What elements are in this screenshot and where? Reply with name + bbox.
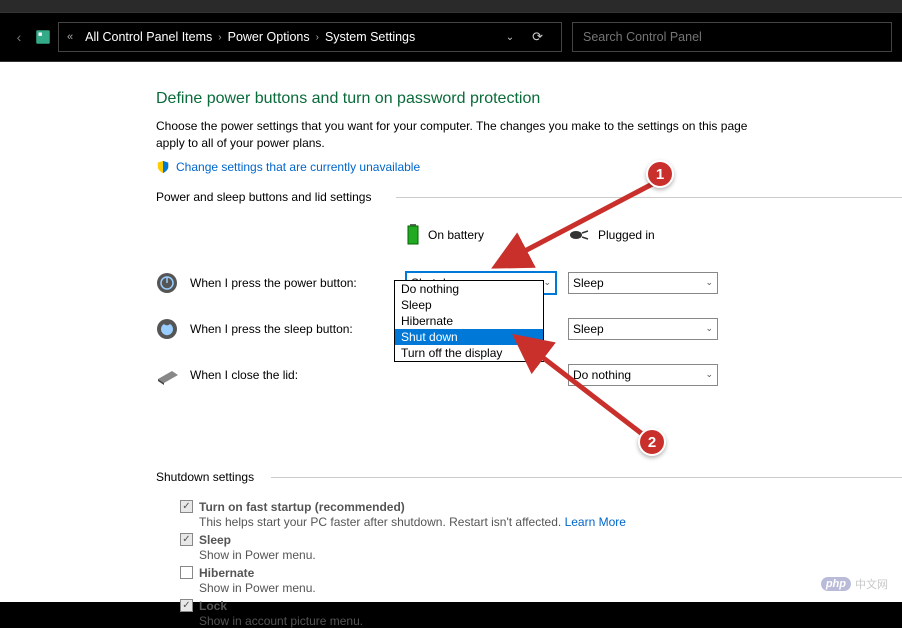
breadcrumb-item[interactable]: All Control Panel Items — [85, 30, 212, 44]
sleep-button-icon — [156, 318, 178, 340]
battery-icon — [406, 224, 420, 246]
row-close-lid: When I close the lid: — [154, 352, 394, 398]
annotation-callout-2: 2 — [638, 428, 666, 456]
checkbox-label: Turn on fast startup (recommended) — [199, 500, 405, 514]
dropdown-option[interactable]: Hibernate — [395, 313, 543, 329]
checkbox-label: Hibernate — [199, 566, 254, 580]
window-titlebar — [0, 0, 902, 12]
breadcrumb-item[interactable]: Power Options — [228, 30, 310, 44]
column-plugged-in: Plugged in — [568, 224, 718, 256]
checkbox-hibernate[interactable] — [180, 566, 193, 579]
column-on-battery: On battery — [406, 220, 556, 260]
laptop-lid-icon — [154, 365, 180, 385]
checkbox-label: Sleep — [199, 533, 231, 547]
watermark: php 中文网 — [821, 576, 888, 592]
select-power-plugged[interactable]: Sleep⌄ — [568, 272, 718, 294]
chevron-right-icon: › — [218, 32, 221, 43]
address-bar: ‹ « All Control Panel Items › Power Opti… — [0, 12, 902, 62]
change-settings-link[interactable]: Change settings that are currently unava… — [176, 160, 420, 174]
checkbox-lock[interactable]: ✓ — [180, 599, 193, 612]
dropdown-option[interactable]: Turn off the display — [395, 345, 543, 361]
row-power-button: When I press the power button: — [154, 260, 394, 306]
control-panel-icon — [34, 28, 52, 46]
dropdown-option-selected[interactable]: Shut down — [395, 329, 543, 345]
power-button-icon — [156, 272, 178, 294]
dropdown-chevron-icon[interactable]: ⌄ — [506, 32, 514, 43]
plug-icon — [568, 228, 590, 242]
checkbox-fast-startup[interactable]: ✓ — [180, 500, 193, 513]
checkbox-description: Show in Power menu. — [199, 548, 902, 562]
search-input[interactable] — [583, 30, 881, 44]
select-sleep-plugged[interactable]: Sleep⌄ — [568, 318, 718, 340]
change-settings-link-row: Change settings that are currently unava… — [156, 160, 902, 174]
chevron-down-icon: ⌄ — [705, 323, 713, 334]
dropdown-option[interactable]: Do nothing — [395, 281, 543, 297]
row-sleep-button: When I press the sleep button: — [154, 306, 394, 352]
refresh-icon[interactable]: ⟳ — [532, 29, 543, 45]
chevron-down-icon: ⌄ — [705, 369, 713, 380]
learn-more-link[interactable]: Learn More — [565, 515, 626, 529]
select-lid-plugged[interactable]: Do nothing⌄ — [568, 364, 718, 386]
power-button-battery-dropdown[interactable]: Do nothing Sleep Hibernate Shut down Tur… — [394, 280, 544, 362]
breadcrumb-chevrons-icon: « — [67, 31, 73, 43]
chevron-down-icon: ⌄ — [705, 277, 713, 288]
chevron-right-icon: › — [316, 32, 319, 43]
back-button[interactable]: ‹ — [10, 29, 28, 45]
checkbox-description: Show in Power menu. — [199, 581, 902, 595]
watermark-brand: php — [821, 577, 851, 591]
checkbox-sleep[interactable]: ✓ — [180, 533, 193, 546]
page-description: Choose the power settings that you want … — [156, 118, 756, 152]
search-box[interactable] — [572, 22, 892, 52]
dropdown-option[interactable]: Sleep — [395, 297, 543, 313]
annotation-callout-1: 1 — [646, 160, 674, 188]
checkbox-description: This helps start your PC faster after sh… — [199, 515, 902, 529]
breadcrumb-item[interactable]: System Settings — [325, 30, 415, 44]
checkbox-label: Lock — [199, 599, 227, 613]
main-content: Define power buttons and turn on passwor… — [0, 62, 902, 602]
page-title: Define power buttons and turn on passwor… — [156, 90, 902, 108]
section-shutdown-settings: Shutdown settings — [156, 470, 902, 484]
watermark-text: 中文网 — [855, 576, 888, 592]
checkbox-description: Show in account picture menu. — [199, 614, 902, 628]
section-power-buttons: Power and sleep buttons and lid settings — [156, 190, 902, 204]
breadcrumb[interactable]: « All Control Panel Items › Power Option… — [58, 22, 562, 52]
shield-icon — [156, 160, 170, 174]
chevron-down-icon: ⌄ — [543, 277, 551, 288]
